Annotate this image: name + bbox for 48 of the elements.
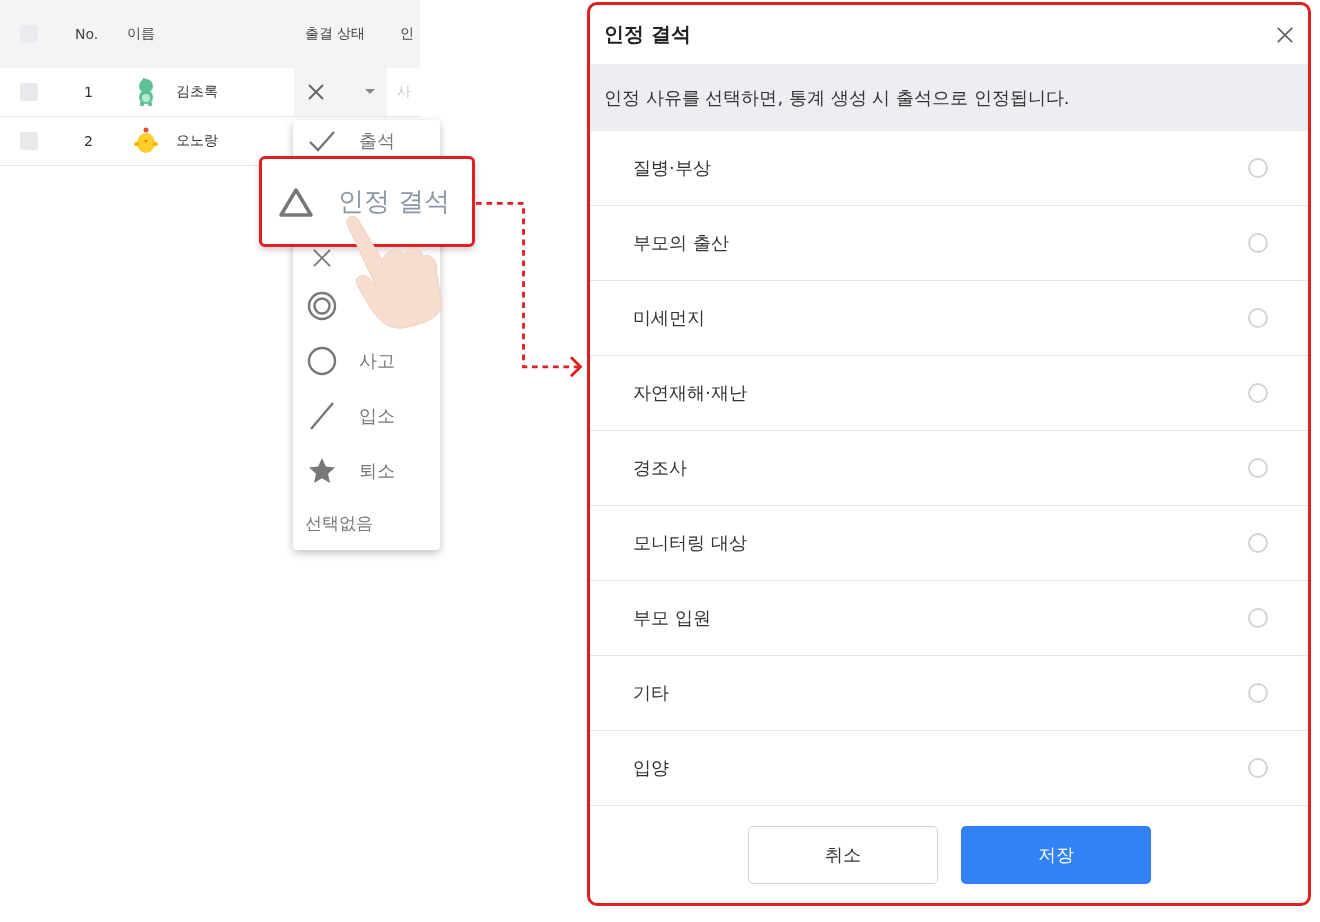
reason-option[interactable]: 자연재해·재난 <box>633 381 747 405</box>
reason-option[interactable]: 질병·부상 <box>633 156 711 180</box>
radio-button[interactable] <box>1248 533 1268 553</box>
menu-item-label[interactable]: 사고 <box>359 348 395 373</box>
circle-icon <box>307 345 337 376</box>
column-header: No. <box>75 26 100 42</box>
column-header: 인 <box>400 25 415 43</box>
triangle-icon <box>278 185 314 218</box>
table-cell-text: 2 <box>84 133 94 149</box>
reason-option[interactable]: 입양 <box>633 756 669 780</box>
close-icon[interactable] <box>1276 25 1294 44</box>
status-dropdown[interactable] <box>294 68 387 116</box>
cross-icon <box>306 82 326 102</box>
row-checkbox[interactable] <box>20 132 38 150</box>
radio-button[interactable] <box>1248 758 1268 778</box>
menu-item-label[interactable]: 출석 <box>359 128 395 153</box>
cancel-button[interactable]: 취소 <box>747 825 938 884</box>
table-cell-text: 1 <box>84 84 94 100</box>
radio-button[interactable] <box>1248 608 1268 628</box>
radio-button[interactable] <box>1248 383 1268 403</box>
row-checkbox[interactable] <box>20 83 38 101</box>
column-header: 출결 상태 <box>305 25 367 43</box>
radio-button[interactable] <box>1248 158 1268 178</box>
dialog-title: 인정 결석 <box>604 21 691 48</box>
student-name: 김초록 <box>176 83 219 101</box>
clear-option[interactable]: 선택없음 <box>305 511 373 535</box>
radio-button[interactable] <box>1248 458 1268 478</box>
reason-option[interactable]: 모니터링 대상 <box>633 531 747 555</box>
notice-text: 인정 사유를 선택하면, 통계 생성 시 출석으로 인정됩니다. <box>590 64 1308 131</box>
reason-option[interactable]: 기타 <box>633 681 669 705</box>
slash-icon <box>307 400 337 431</box>
student-name: 오노랑 <box>176 132 219 150</box>
menu-item-label[interactable]: 입소 <box>359 403 395 428</box>
reason-option[interactable]: 부모 입원 <box>633 606 711 630</box>
cross-icon <box>311 246 333 269</box>
chick-icon <box>134 127 158 155</box>
save-button[interactable]: 저장 <box>960 825 1151 884</box>
radio-button[interactable] <box>1248 683 1268 703</box>
double-circle-icon <box>307 290 337 321</box>
reason-option[interactable]: 경조사 <box>633 456 687 480</box>
radio-button[interactable] <box>1248 308 1268 328</box>
callout-label: 인정 결석 <box>338 185 451 218</box>
radio-button[interactable] <box>1248 233 1268 253</box>
column-header: 이름 <box>127 25 156 43</box>
caret-icon <box>365 89 375 95</box>
reason-option[interactable]: 미세먼지 <box>633 306 705 330</box>
reason-option[interactable]: 부모의 출산 <box>633 231 729 255</box>
menu-item-label[interactable]: 퇴소 <box>359 458 395 483</box>
